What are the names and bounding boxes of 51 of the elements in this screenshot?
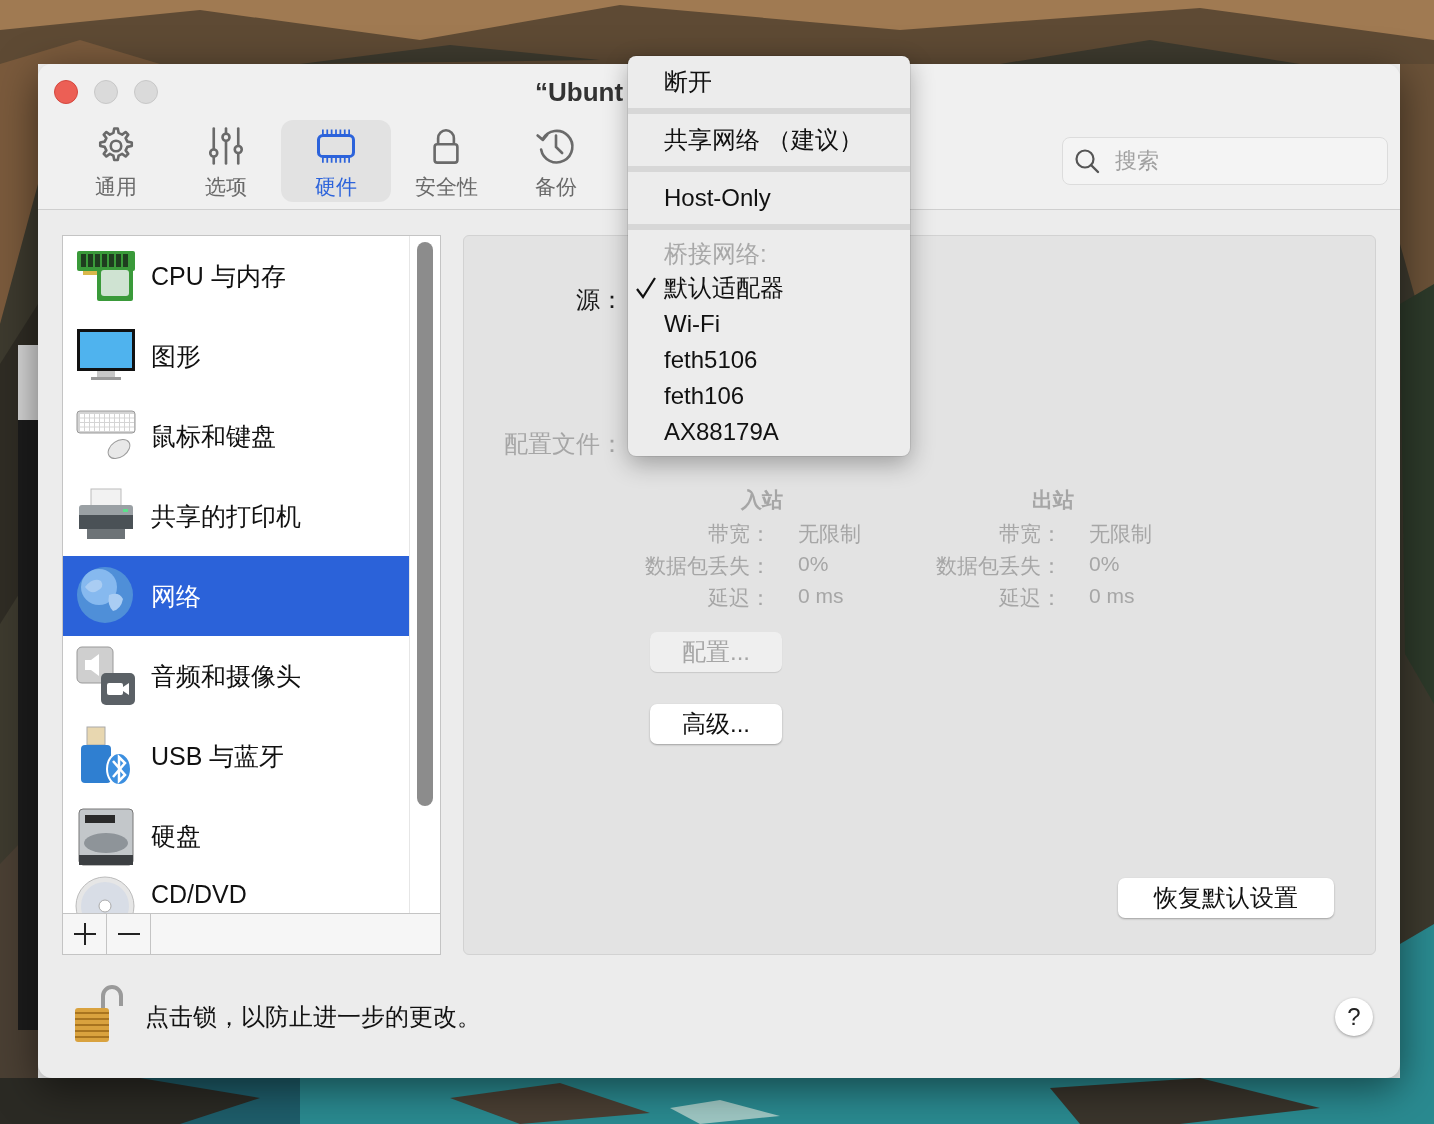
stat-value: 无限制: [1088, 521, 1152, 547]
sidebar-item[interactable]: 鼠标和键盘: [63, 396, 409, 476]
sidebar-item[interactable]: USB 与蓝牙: [63, 716, 409, 796]
sidebar-item[interactable]: 硬盘: [63, 796, 409, 876]
sidebar-item[interactable]: 网络: [63, 556, 409, 636]
restore-defaults-button[interactable]: 恢复默认设置: [1118, 878, 1334, 918]
stat-value: 0%: [1088, 552, 1121, 577]
menu-item[interactable]: 共享网络 （建议）: [628, 114, 910, 166]
search-field[interactable]: 搜索: [1062, 136, 1388, 185]
window-title: “Ubunt: [535, 76, 624, 108]
sidebar-item[interactable]: CPU 与内存: [63, 236, 409, 316]
stat-label: 数据包丢失：: [935, 553, 1062, 579]
menu-item[interactable]: 断开: [628, 56, 910, 108]
stat-label: 带宽：: [707, 521, 771, 547]
stat-value: 无限制: [797, 521, 862, 547]
menu-item[interactable]: feth106: [628, 378, 910, 414]
sidebar-item[interactable]: 图形: [63, 316, 409, 396]
menu-item[interactable]: Host-Only: [628, 172, 910, 224]
section-heading: 出站: [1031, 487, 1074, 513]
stat-value: 0%: [797, 552, 830, 577]
toolbar-tab[interactable]: 备份: [501, 119, 611, 202]
menu-item[interactable]: Wi-Fi: [628, 306, 910, 342]
toolbar-tab[interactable]: 通用: [61, 119, 171, 202]
toolbar-tab[interactable]: 硬件: [281, 119, 391, 202]
panel-button[interactable]: 高级...: [650, 704, 782, 744]
help-button[interactable]: ?: [1335, 997, 1373, 1036]
stat-label: 数据包丢失：: [644, 553, 771, 579]
sidebar-item[interactable]: 共享的打印机: [63, 476, 409, 556]
stat-value: 0 ms: [1088, 584, 1136, 609]
padlock-icon[interactable]: [73, 983, 123, 1044]
speaker-camera-icon: [75, 645, 137, 707]
stat-label: 带宽：: [998, 521, 1062, 547]
menu-item[interactable]: 默认适配器: [628, 270, 910, 306]
menu-item[interactable]: feth5106: [628, 342, 910, 378]
close-button[interactable]: [54, 80, 78, 104]
field-label: 配置文件：: [503, 429, 624, 459]
stat-label: 延迟：: [998, 585, 1062, 611]
field-label: 源：: [575, 285, 624, 315]
minus-icon: [117, 933, 140, 936]
stat-value: 0 ms: [797, 584, 845, 609]
scrollbar-thumb[interactable]: [417, 242, 433, 806]
sidebar-item[interactable]: 音频和摄像头: [63, 636, 409, 716]
menu-item[interactable]: AX88179A: [628, 414, 910, 450]
section-heading: 入站: [740, 487, 783, 513]
plus-icon: [72, 922, 97, 947]
search-icon: [1074, 147, 1100, 174]
menu-section-header: 桥接网络:: [664, 239, 767, 269]
stat-label: 延迟：: [707, 585, 771, 611]
lock-hint-text: 点击锁，以防止进一步的更改。: [145, 1001, 482, 1032]
toolbar-tab[interactable]: 选项: [171, 119, 281, 202]
toolbar-tab[interactable]: 安全性: [391, 119, 501, 202]
